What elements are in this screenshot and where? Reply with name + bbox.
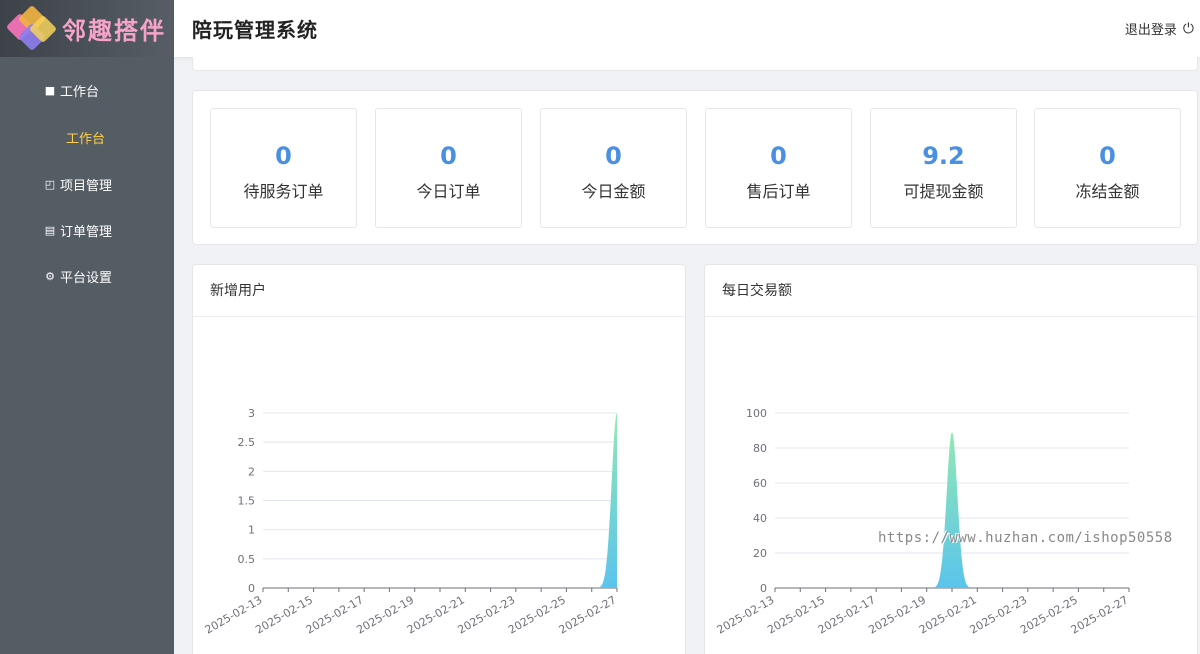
sidebar-item-label: 工作台 bbox=[66, 131, 106, 147]
series-area bbox=[935, 432, 969, 588]
power-icon: ⏻ bbox=[1182, 20, 1194, 37]
sidebar-item-settings[interactable]: ⚙ 平台设置 bbox=[0, 253, 174, 299]
y-tick-label: 40 bbox=[753, 512, 767, 525]
stat-card-today-orders: 0 今日订单 bbox=[375, 108, 522, 228]
chart-card-daily-transactions: 每日交易额 0 20 40 60 80 100 2025-02-13 2025-02-15 20… bbox=[704, 264, 1198, 654]
y-tick-label: 60 bbox=[753, 477, 767, 490]
box-icon: ◰ bbox=[44, 177, 56, 191]
stat-value: 0 bbox=[605, 142, 622, 170]
top-header: 陪玩管理系统 退出登录 ⏻ bbox=[174, 0, 1200, 57]
y-tick-label: 1 bbox=[248, 524, 255, 537]
stat-value: 0 bbox=[770, 142, 787, 170]
y-tick-label: 3 bbox=[248, 407, 255, 420]
stat-label: 售后订单 bbox=[746, 182, 811, 201]
sidebar-item-label: 订单管理 bbox=[60, 224, 113, 240]
y-tick-label: 2 bbox=[248, 465, 255, 478]
logo-mark-icon bbox=[5, 4, 58, 53]
stat-label: 今日金额 bbox=[581, 182, 646, 201]
stat-label: 冻结金额 bbox=[1075, 182, 1140, 201]
stat-value: 0 bbox=[1099, 142, 1116, 170]
y-tick-label: 0.5 bbox=[238, 553, 256, 566]
stats-panel: 0 待服务订单 0 今日订单 0 今日金额 0 售后订单 9.2 可提现金额 0… bbox=[192, 90, 1198, 245]
document-icon: ▤ bbox=[44, 223, 56, 237]
brand-name: 邻趣搭伴 bbox=[62, 16, 166, 45]
sidebar-item-workbench-group[interactable]: ■ 工作台 bbox=[0, 67, 174, 113]
y-tick-label: 80 bbox=[753, 442, 767, 455]
stat-value: 0 bbox=[440, 142, 457, 170]
logout-label: 退出登录 bbox=[1124, 23, 1177, 38]
logout-button[interactable]: 退出登录 ⏻ bbox=[1124, 19, 1194, 39]
sidebar-item-label: 平台设置 bbox=[60, 270, 113, 286]
sidebar-item-projects[interactable]: ◰ 项目管理 bbox=[0, 161, 174, 207]
stat-value: 0 bbox=[275, 142, 292, 170]
stat-card-pending-orders: 0 待服务订单 bbox=[210, 108, 357, 228]
watermark-text: https://www.huzhan.com/ishop50558 bbox=[878, 530, 1173, 546]
brand-logo: 邻趣搭伴 bbox=[0, 0, 174, 57]
daily-transactions-chart: 0204060801002025-02-132025-02-152025-02-… bbox=[715, 407, 1131, 637]
x-tick-label: 2025-02-27 bbox=[1069, 593, 1131, 636]
stat-card-today-amount: 0 今日金额 bbox=[540, 108, 687, 228]
y-tick-label: 20 bbox=[753, 547, 767, 560]
stat-card-withdrawable-amount: 9.2 可提现金额 bbox=[870, 108, 1017, 228]
stat-label: 待服务订单 bbox=[243, 182, 324, 201]
new-users-chart: 00.511.522.532025-02-132025-02-152025-02… bbox=[203, 407, 619, 637]
stat-card-after-sale-orders: 0 售后订单 bbox=[705, 108, 852, 228]
y-tick-label: 1.5 bbox=[238, 495, 256, 508]
sidebar-item-workbench[interactable]: 工作台 bbox=[0, 113, 174, 161]
breadcrumb-strip bbox=[192, 57, 1198, 71]
page-title: 陪玩管理系统 bbox=[192, 18, 318, 42]
chart-card-new-users: 新增用户 0 0.5 1 1.5 2 2.5 3 2025-02-13 2025-02-15 20… bbox=[192, 264, 686, 654]
stat-card-frozen-amount: 0 冻结金额 bbox=[1034, 108, 1181, 228]
sidebar-item-orders[interactable]: ▤ 订单管理 bbox=[0, 207, 174, 253]
sidebar: 邻趣搭伴 ■ 工作台 工作台 ◰ 项目管理 ▤ 订单管理 ⚙ 平台设置 bbox=[0, 0, 174, 654]
monitor-icon: ■ bbox=[44, 83, 56, 97]
stat-label: 可提现金额 bbox=[903, 182, 984, 201]
stat-value: 9.2 bbox=[922, 142, 965, 170]
y-tick-label: 0 bbox=[760, 582, 767, 595]
gear-icon: ⚙ bbox=[45, 269, 55, 283]
sidebar-item-label: 工作台 bbox=[60, 84, 100, 100]
y-tick-label: 2.5 bbox=[238, 436, 256, 449]
y-tick-label: 100 bbox=[746, 407, 767, 420]
y-tick-label: 0 bbox=[248, 582, 255, 595]
sidebar-item-label: 项目管理 bbox=[60, 178, 113, 194]
stat-label: 今日订单 bbox=[416, 182, 481, 201]
x-tick-label: 2025-02-27 bbox=[557, 593, 619, 636]
sidebar-menu: ■ 工作台 工作台 ◰ 项目管理 ▤ 订单管理 ⚙ 平台设置 bbox=[0, 67, 174, 299]
